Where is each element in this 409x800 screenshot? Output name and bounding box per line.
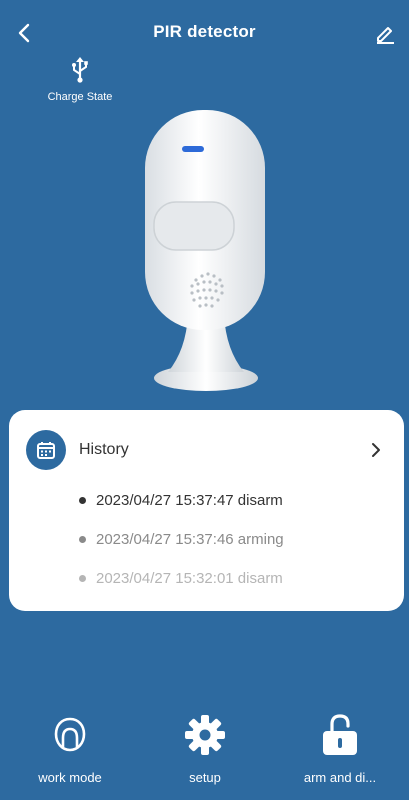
work-mode-icon bbox=[54, 717, 86, 752]
setup-label: setup bbox=[189, 770, 221, 785]
unlock-icon bbox=[323, 714, 357, 755]
page-title: PIR detector bbox=[153, 22, 256, 41]
calendar-icon bbox=[37, 442, 55, 459]
history-dot bbox=[79, 497, 86, 504]
history-header[interactable]: History bbox=[9, 410, 404, 490]
history-item-text: 2023/04/27 15:32:01 disarm bbox=[96, 570, 283, 587]
history-item: 2023/04/27 15:32:01 disarm bbox=[79, 570, 283, 587]
work-mode-button[interactable]: work mode bbox=[2, 712, 138, 792]
usb-icon bbox=[72, 57, 88, 83]
history-item: 2023/04/27 15:37:47 disarm bbox=[79, 492, 283, 509]
bottom-action-bar: work mode setup arm and di... bbox=[0, 700, 409, 800]
history-item: 2023/04/27 15:37:46 arming bbox=[79, 531, 284, 548]
history-item-text: 2023/04/27 15:37:47 disarm bbox=[96, 492, 283, 509]
history-title: History bbox=[79, 441, 129, 458]
work-mode-label: work mode bbox=[38, 770, 102, 785]
charge-state-label: Charge State bbox=[47, 91, 113, 103]
chevron-right-icon bbox=[372, 443, 380, 457]
arm-disarm-label: arm and di... bbox=[303, 770, 377, 785]
calendar-icon-circle bbox=[26, 430, 66, 470]
history-card: History 2023/04/27 15:37:47 disarm 2023/… bbox=[9, 410, 404, 611]
edit-button[interactable] bbox=[371, 18, 399, 48]
pencil-icon bbox=[377, 27, 394, 44]
history-item-text: 2023/04/27 15:37:46 arming bbox=[96, 531, 284, 548]
charge-state: Charge State bbox=[40, 56, 120, 103]
device-image bbox=[140, 110, 270, 395]
setup-button[interactable]: setup bbox=[137, 712, 273, 792]
gear-icon bbox=[185, 715, 225, 755]
arm-disarm-button[interactable]: arm and di... bbox=[272, 712, 408, 792]
history-dot bbox=[79, 575, 86, 582]
history-dot bbox=[79, 536, 86, 543]
